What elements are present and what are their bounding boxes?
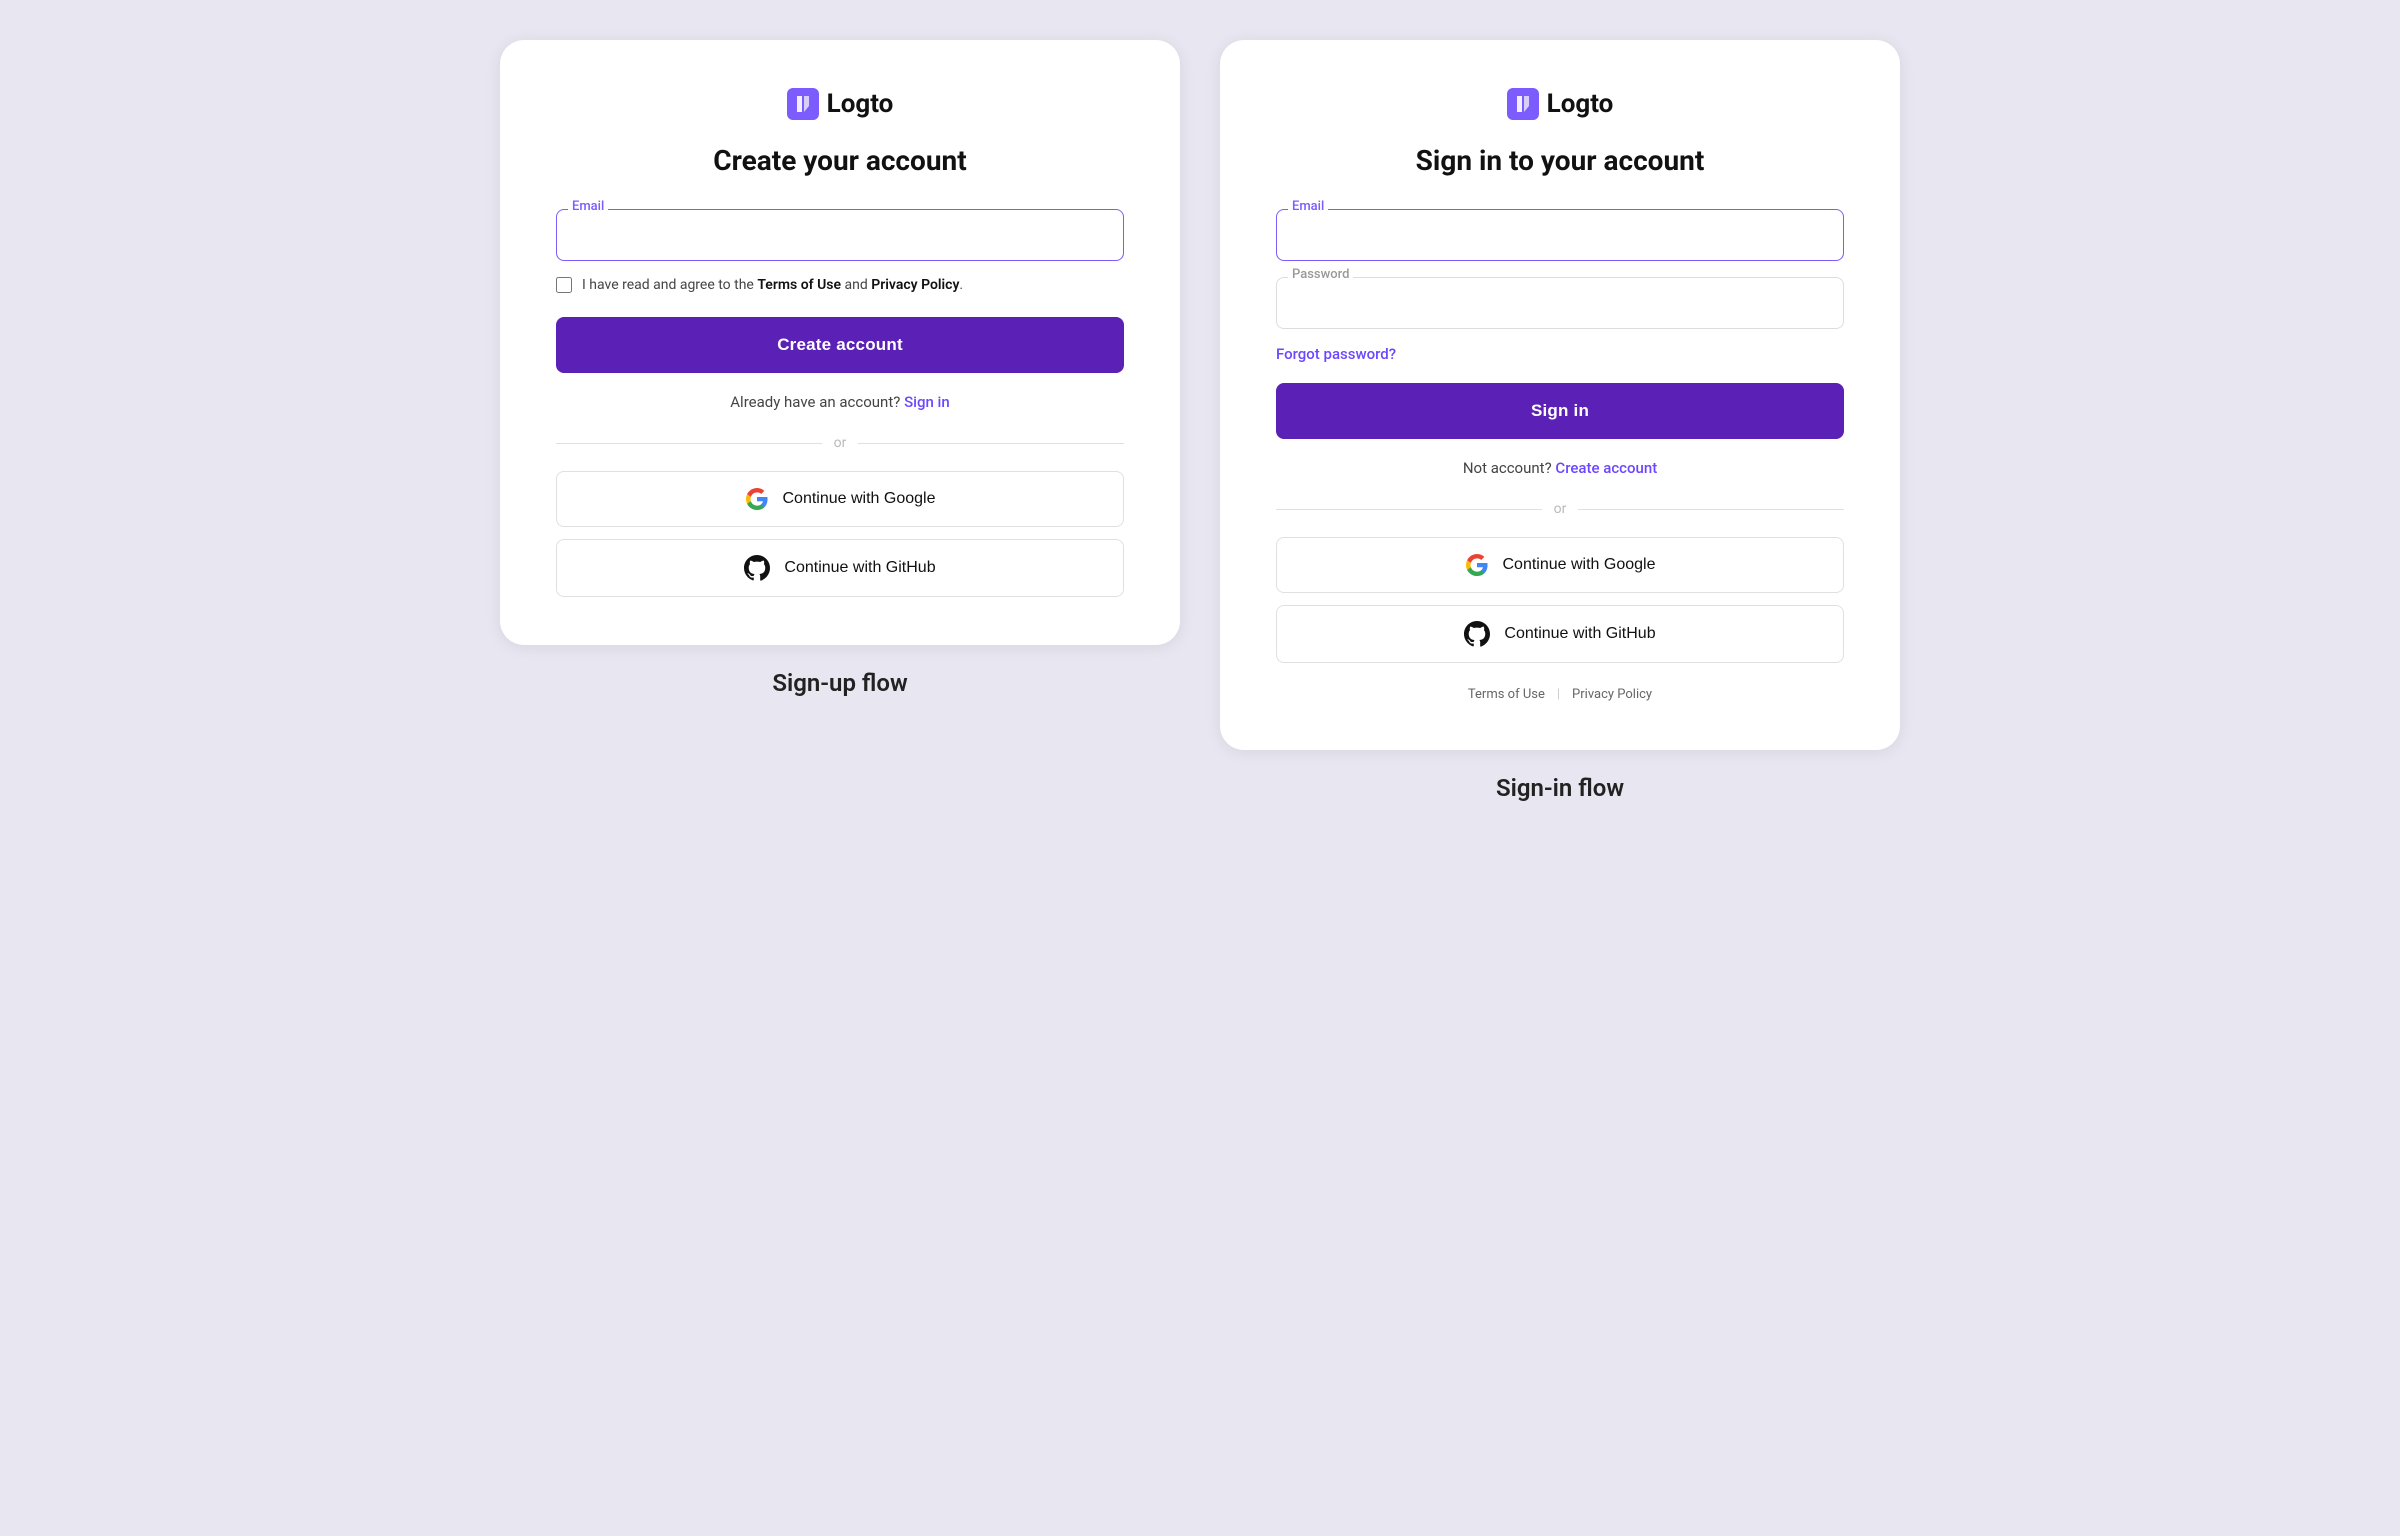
signup-flow-container: Logto Create your account Email I have r… (500, 40, 1180, 697)
signin-google-button[interactable]: Continue with Google (1276, 537, 1844, 593)
signin-card: Logto Sign in to your account Email Pass… (1220, 40, 1900, 750)
create-account-button[interactable]: Create account (556, 317, 1124, 373)
signin-divider: or (1276, 501, 1844, 517)
signup-logto-icon (787, 88, 819, 120)
signin-logo-area: Logto (1276, 88, 1844, 120)
signin-github-icon (1464, 621, 1490, 647)
signup-email-label: Email (568, 199, 608, 214)
signin-password-label: Password (1288, 267, 1353, 282)
signup-privacy-link[interactable]: Privacy Policy (871, 277, 959, 293)
github-icon (744, 555, 770, 581)
signin-github-button[interactable]: Continue with GitHub (1276, 605, 1844, 663)
signup-terms-link[interactable]: Terms of Use (757, 277, 841, 293)
signup-divider: or (556, 435, 1124, 451)
footer-terms-link[interactable]: Terms of Use (1468, 687, 1545, 702)
signin-email-label: Email (1288, 199, 1328, 214)
signup-github-button[interactable]: Continue with GitHub (556, 539, 1124, 597)
signup-terms-checkbox[interactable] (556, 277, 572, 293)
signin-email-group: Email (1276, 209, 1844, 261)
signin-create-link[interactable]: Create account (1555, 459, 1657, 477)
signup-title: Create your account (556, 144, 1124, 177)
signin-flow-container: Logto Sign in to your account Email Pass… (1220, 40, 1900, 802)
footer-links: Terms of Use | Privacy Policy (1276, 687, 1844, 702)
signin-logto-icon (1507, 88, 1539, 120)
signup-email-input[interactable] (556, 209, 1124, 261)
google-icon (745, 487, 769, 511)
signin-github-label: Continue with GitHub (1504, 625, 1655, 643)
signin-email-input[interactable] (1276, 209, 1844, 261)
signin-alt-action: Not account? Create account (1276, 459, 1844, 477)
signup-flow-label: Sign-up flow (772, 669, 907, 697)
signup-logo-text: Logto (827, 89, 894, 119)
signup-card: Logto Create your account Email I have r… (500, 40, 1180, 645)
signup-logo-area: Logto (556, 88, 1124, 120)
signup-email-group: Email (556, 209, 1124, 261)
signup-alt-action: Already have an account? Sign in (556, 393, 1124, 411)
signup-google-button[interactable]: Continue with Google (556, 471, 1124, 527)
signin-google-label: Continue with Google (1503, 556, 1656, 574)
signup-terms-label: I have read and agree to the Terms of Us… (582, 277, 963, 293)
signup-github-label: Continue with GitHub (784, 559, 935, 577)
signin-logo-text: Logto (1547, 89, 1614, 119)
sign-in-button[interactable]: Sign in (1276, 383, 1844, 439)
forgot-password-link[interactable]: Forgot password? (1276, 345, 1844, 363)
signin-title: Sign in to your account (1276, 144, 1844, 177)
signin-flow-label: Sign-in flow (1496, 774, 1624, 802)
signup-signin-link[interactable]: Sign in (904, 393, 950, 411)
signup-google-label: Continue with Google (783, 490, 936, 508)
signin-password-input[interactable] (1276, 277, 1844, 329)
footer-privacy-link[interactable]: Privacy Policy (1572, 687, 1652, 702)
signin-password-group: Password (1276, 277, 1844, 329)
signup-terms-row: I have read and agree to the Terms of Us… (556, 277, 1124, 293)
signin-google-icon (1465, 553, 1489, 577)
